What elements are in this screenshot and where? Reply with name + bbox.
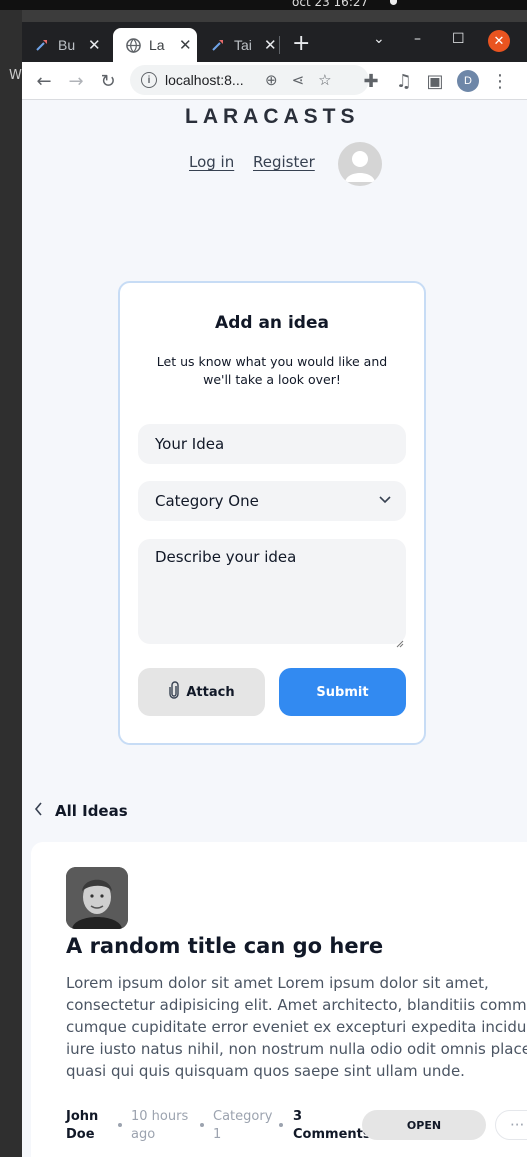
close-tab-icon[interactable]: ✕ [88,36,101,54]
browser-menu-icon[interactable]: ⋮ [488,69,512,93]
paperclip-icon [168,681,180,703]
chevron-left-icon [34,802,43,820]
category-line: Category [213,1109,273,1124]
maximize-icon[interactable]: ☐ [452,31,465,47]
tab-tai[interactable]: Tai ✕ [198,28,278,62]
idea-body-line: quasi qui quis quisquam quos saepe sint … [66,1062,465,1080]
attach-button[interactable]: Attach [138,668,265,716]
close-tab-icon[interactable]: ✕ [264,36,277,54]
chevron-down-icon [378,492,392,510]
attach-label: Attach [186,684,235,700]
globe-icon [125,37,141,53]
add-idea-heading: Add an idea [215,313,329,333]
idea-body-line: cumque cupiditate error eveniet ex excep… [66,1018,527,1036]
category-selected-value: Category One [155,492,259,510]
notification-dot [390,0,397,5]
author-last-name: Doe [66,1127,95,1142]
comments-count-line: 3 [293,1109,303,1124]
author-avatar[interactable] [66,867,128,929]
idea-card[interactable]: A random title can go here Lorem ipsum d… [31,842,527,1157]
site-logo[interactable]: LARACASTS [185,105,360,129]
share-icon[interactable]: ⋖ [292,71,305,89]
tab-bar: Bu ✕ La ✕ Tai ✕ + ⌄ – ☐ ✕ [22,22,527,62]
idea-body-line: iure iusto natus nihil, non nostrum null… [66,1040,527,1058]
idea-comments-count[interactable]: 3 Comments [293,1108,373,1144]
rocket-icon [210,37,226,53]
resize-grip-icon[interactable] [396,634,404,648]
meta-separator [200,1123,204,1127]
system-top-bar: oct 23 16:27 [0,0,527,10]
profile-avatar[interactable]: D [457,70,479,92]
site-info-icon[interactable]: i [141,72,157,88]
meta-separator [279,1123,283,1127]
idea-title-input[interactable]: Your Idea [138,424,406,464]
zoom-icon[interactable]: ⊕ [265,71,278,89]
browser-window: Bu ✕ La ✕ Tai ✕ + ⌄ – ☐ ✕ ← → ↻ i localh… [22,22,527,1157]
description-line: Let us know what you would like and [156,354,388,369]
idea-category: Category 1 [213,1108,279,1144]
user-avatar[interactable] [338,142,382,186]
browser-toolbar: ← → ↻ i localhost:8... ⊕ ⋖ ☆ ✚ ♫ ▣ D ⋮ [22,62,527,100]
comments-label-line: Comments [293,1127,371,1142]
page-content: LARACASTS Log in Register Add an idea Le… [22,100,527,1157]
system-clock[interactable]: oct 23 16:27 [292,0,368,9]
more-options-button[interactable]: ··· [495,1110,527,1140]
idea-body-line: consectetur adipisicing elit. Amet archi… [66,996,527,1014]
all-ideas-label: All Ideas [55,802,128,820]
tab-label: Bu [58,37,76,53]
author-first-name: John [66,1109,99,1124]
submit-button[interactable]: Submit [279,668,406,716]
tab-divider [279,36,280,54]
tab-label: Tai [234,37,252,53]
tab-bu[interactable]: Bu ✕ [22,28,112,62]
add-idea-description: Let us know what you would like and we'l… [150,353,394,389]
background-window-letter: W [9,68,22,83]
timestamp-line: ago [131,1127,156,1142]
add-idea-card: Add an idea Let us know what you would l… [118,281,426,745]
idea-timestamp: 10 hours ago [131,1108,195,1144]
idea-body: Lorem ipsum dolor sit amet Lorem ipsum d… [66,972,527,1082]
tab-label: La [149,37,165,53]
new-tab-button[interactable]: + [292,31,310,56]
idea-description-textarea[interactable]: Describe your idea [138,539,406,648]
forward-arrow-icon[interactable]: → [64,69,88,93]
tab-search-icon[interactable]: ⌄ [373,31,385,47]
all-ideas-back-link[interactable]: All Ideas [34,802,128,820]
category-line: 1 [213,1127,222,1142]
bookmark-star-icon[interactable]: ☆ [318,71,331,89]
category-select[interactable]: Category One [138,481,406,521]
side-panel-icon[interactable]: ▣ [423,69,447,93]
media-control-icon[interactable]: ♫ [392,69,416,93]
url-text[interactable]: localhost:8... [165,72,251,88]
idea-author: John Doe [66,1108,106,1144]
idea-title[interactable]: A random title can go here [66,934,383,958]
title-placeholder: Your Idea [155,435,225,453]
reload-icon[interactable]: ↻ [96,69,120,93]
register-link[interactable]: Register [253,153,315,171]
minimize-icon[interactable]: – [414,31,421,47]
window-close-button[interactable]: ✕ [488,30,510,52]
login-link[interactable]: Log in [189,153,234,171]
description-placeholder: Describe your idea [155,548,297,566]
rocket-icon [34,37,50,53]
timestamp-line: 10 hours [131,1109,189,1124]
meta-separator [118,1123,122,1127]
address-bar[interactable]: i localhost:8... ⊕ ⋖ ☆ [130,65,369,95]
tab-laracasts[interactable]: La ✕ [113,28,197,62]
extensions-icon[interactable]: ✚ [359,69,383,93]
description-line: we'll take a look over! [203,372,341,387]
idea-body-line: Lorem ipsum dolor sit amet Lorem ipsum d… [66,974,489,992]
back-arrow-icon[interactable]: ← [32,69,56,93]
close-tab-icon[interactable]: ✕ [179,36,192,54]
background-window: W [0,10,22,1157]
status-badge[interactable]: OPEN [362,1110,486,1140]
